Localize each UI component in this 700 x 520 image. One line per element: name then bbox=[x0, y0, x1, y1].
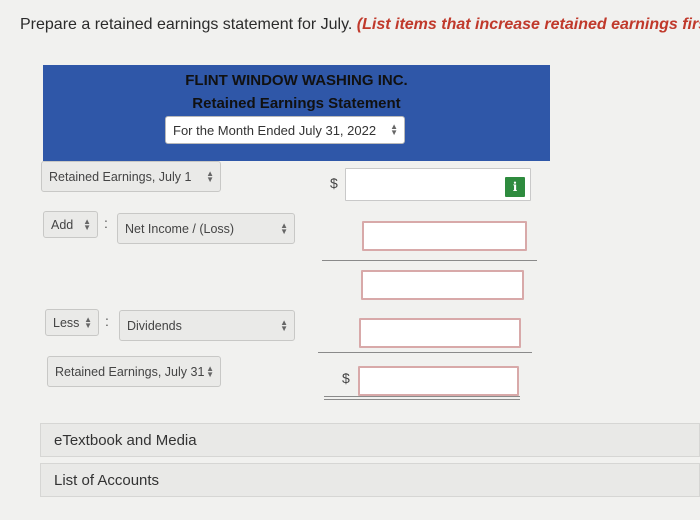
instruction-emphasis: (List items that increase retained earni… bbox=[356, 16, 700, 33]
less-operator-label: Less bbox=[53, 315, 80, 330]
ending-balance-dropdown[interactable]: Retained Earnings, July 31 ▲ ▼ bbox=[47, 356, 221, 387]
list-of-accounts-label: List of Accounts bbox=[54, 471, 160, 489]
subtotal-rule bbox=[322, 260, 537, 261]
instruction-main: Prepare a retained earnings statement fo… bbox=[20, 16, 353, 33]
add-item-dropdown[interactable]: Net Income / (Loss) ▲ ▼ bbox=[117, 213, 295, 244]
statement-header: FLINT WINDOW WASHING INC. Retained Earni… bbox=[43, 65, 550, 161]
currency-symbol: $ bbox=[330, 175, 338, 191]
updown-arrows-icon: ▲ ▼ bbox=[280, 220, 288, 236]
updown-arrows-icon: ▲ ▼ bbox=[280, 317, 288, 333]
separator-colon: : bbox=[105, 313, 109, 329]
updown-arrows-icon: ▲ ▼ bbox=[390, 122, 398, 137]
etextbook-media-link[interactable]: eTextbook and Media bbox=[40, 423, 700, 457]
add-operator-label: Add bbox=[51, 217, 74, 232]
beginning-balance-amount-input[interactable] bbox=[345, 168, 531, 201]
statement-title: Retained Earnings Statement bbox=[192, 95, 401, 112]
list-of-accounts-link[interactable]: List of Accounts bbox=[40, 463, 700, 497]
company-name: FLINT WINDOW WASHING INC. bbox=[185, 72, 408, 89]
ending-balance-amount-input[interactable] bbox=[358, 366, 519, 396]
instruction-text: Prepare a retained earnings statement fo… bbox=[20, 16, 700, 34]
currency-symbol: $ bbox=[342, 370, 350, 386]
updown-arrows-icon: ▲ ▼ bbox=[84, 314, 92, 330]
ending-balance-label: Retained Earnings, July 31 bbox=[55, 364, 205, 379]
less-item-label: Dividends bbox=[127, 318, 182, 333]
double-underline-rule bbox=[324, 396, 520, 400]
period-dropdown-label: For the Month Ended July 31, 2022 bbox=[173, 122, 377, 138]
etextbook-media-label: eTextbook and Media bbox=[54, 431, 197, 449]
total-rule bbox=[318, 352, 532, 353]
separator-colon: : bbox=[104, 215, 108, 231]
beginning-balance-label: Retained Earnings, July 1 bbox=[49, 169, 192, 184]
subtotal-amount-input[interactable] bbox=[361, 270, 524, 300]
add-operator-dropdown[interactable]: Add ▲ ▼ bbox=[43, 211, 98, 238]
info-icon[interactable]: i bbox=[505, 177, 525, 197]
less-operator-dropdown[interactable]: Less ▲ ▼ bbox=[45, 309, 99, 336]
period-dropdown[interactable]: For the Month Ended July 31, 2022 ▲ ▼ bbox=[165, 116, 405, 144]
updown-arrows-icon: ▲ ▼ bbox=[206, 168, 214, 184]
updown-arrows-icon: ▲ ▼ bbox=[206, 363, 214, 379]
add-item-label: Net Income / (Loss) bbox=[125, 221, 235, 236]
less-item-dropdown[interactable]: Dividends ▲ ▼ bbox=[119, 310, 295, 341]
net-income-amount-input[interactable] bbox=[362, 221, 527, 251]
beginning-balance-dropdown[interactable]: Retained Earnings, July 1 ▲ ▼ bbox=[41, 161, 221, 192]
updown-arrows-icon: ▲ ▼ bbox=[83, 216, 91, 232]
dividends-amount-input[interactable] bbox=[359, 318, 521, 348]
